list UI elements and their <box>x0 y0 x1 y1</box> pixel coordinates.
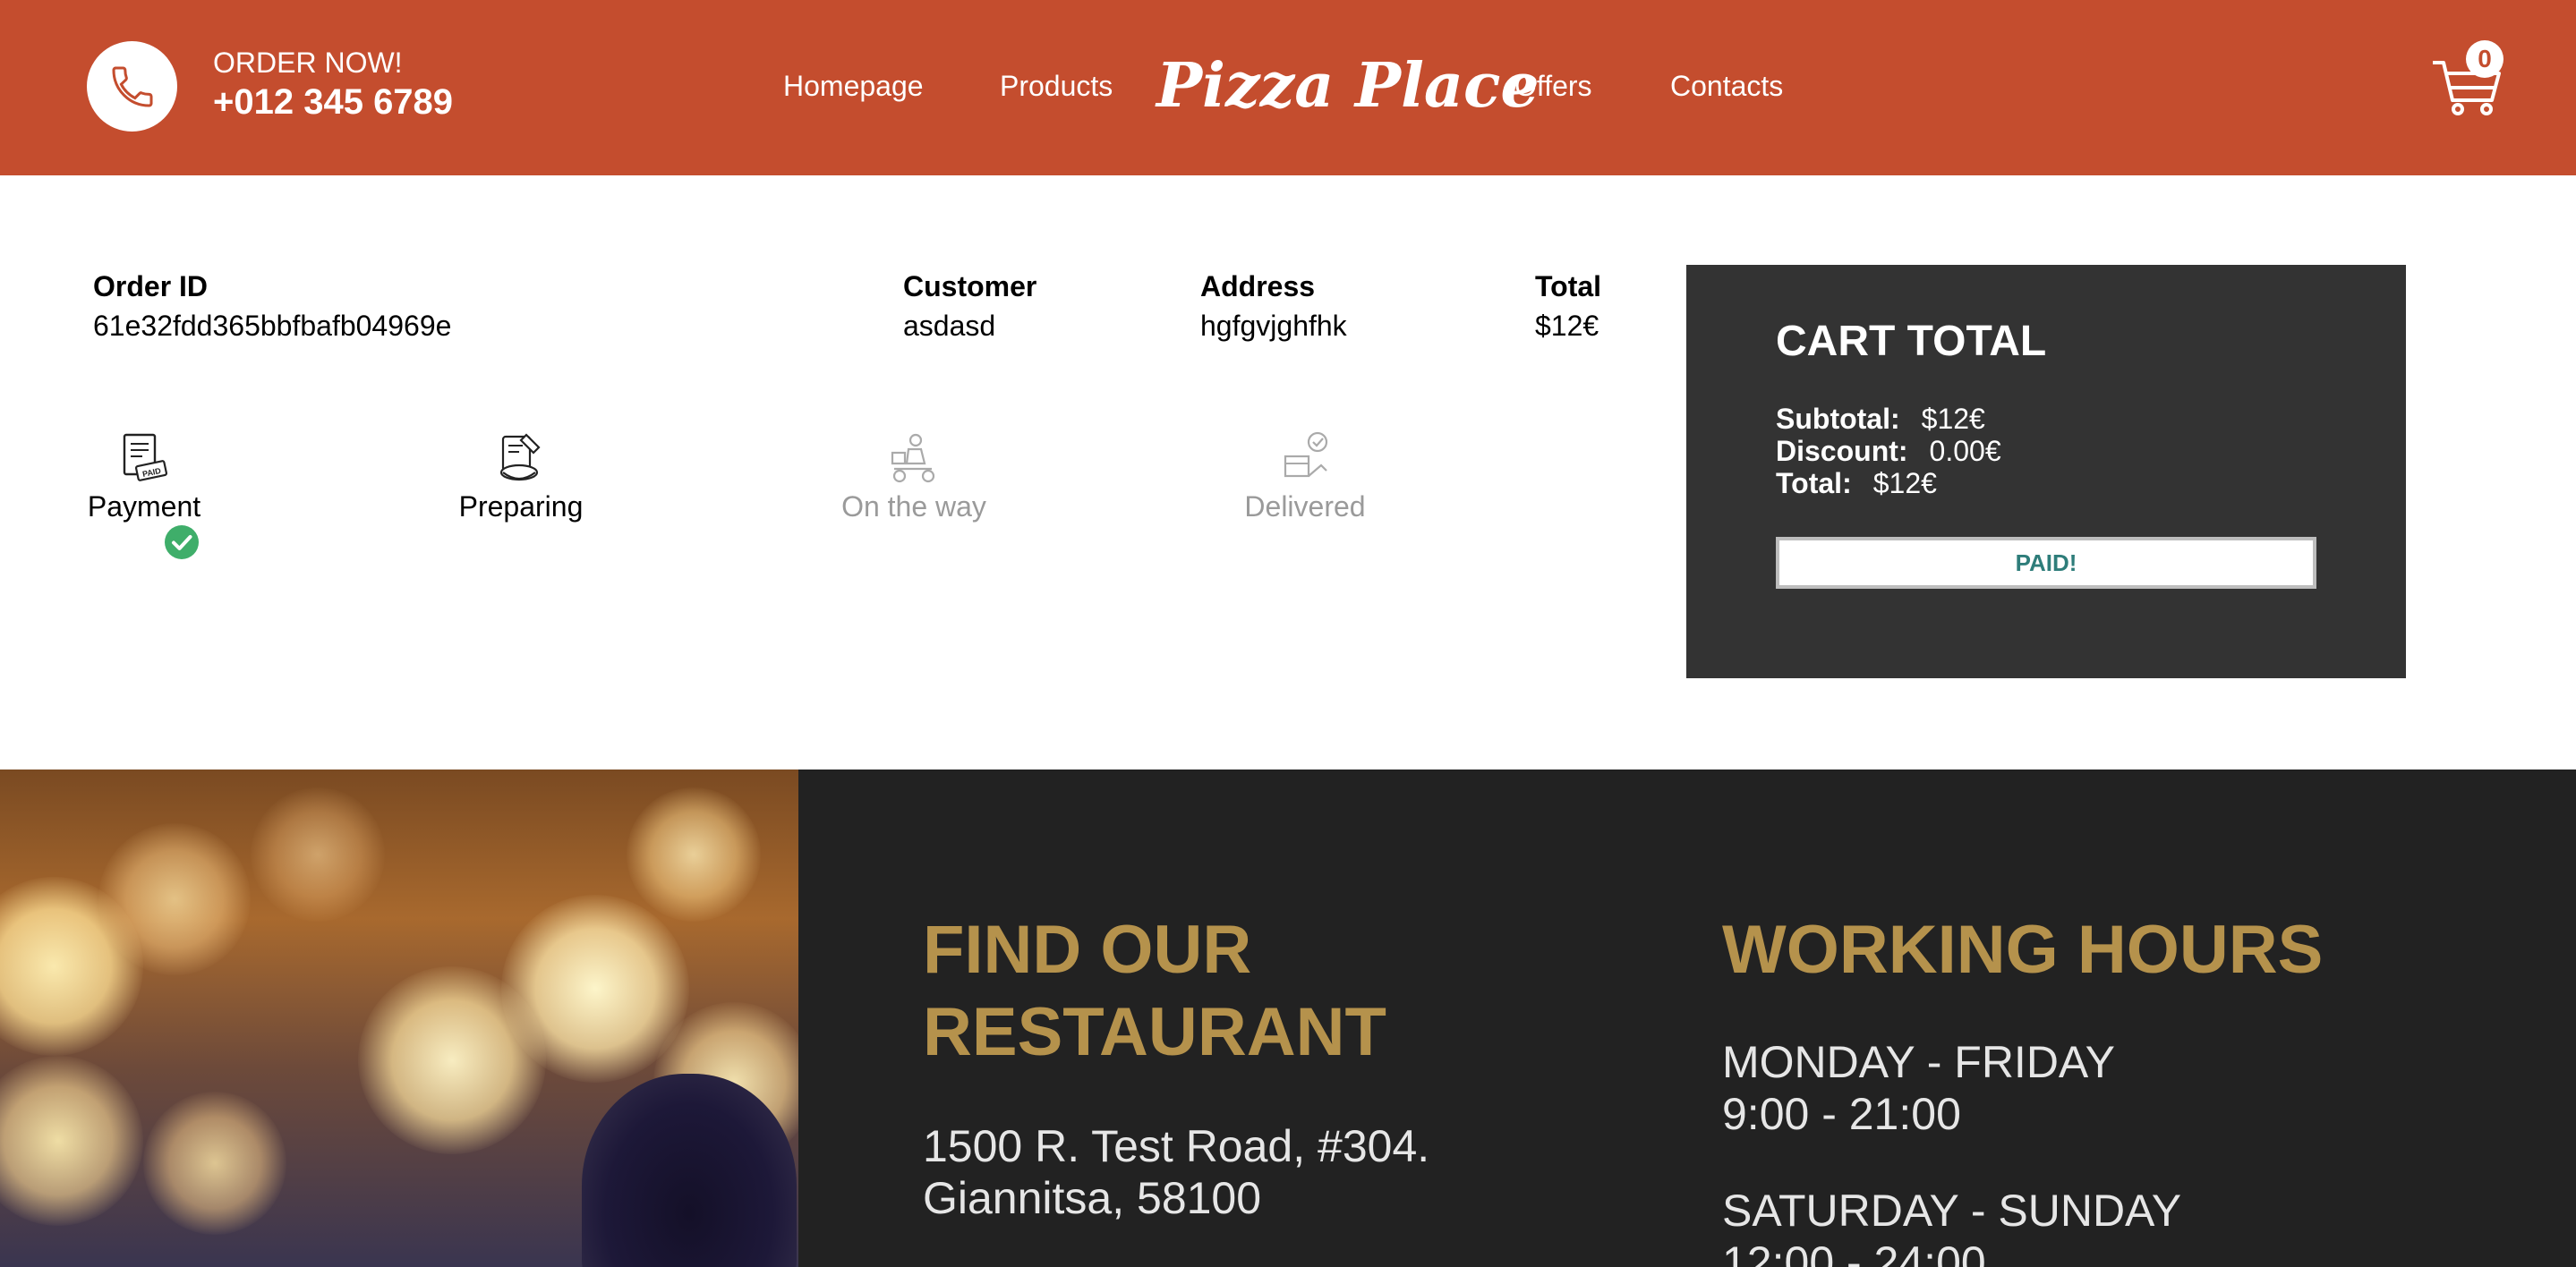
nav-homepage[interactable]: Homepage <box>783 66 924 106</box>
weekday-time: 9:00 - 21:00 <box>1722 1089 1961 1139</box>
restaurant-address: 1500 R. Test Road, #304. Giannitsa, 5810… <box>923 1120 1429 1224</box>
order-now-block: ORDER NOW! +012 345 6789 <box>213 45 453 123</box>
nav-contacts[interactable]: Contacts <box>1670 66 1783 106</box>
paid-receipt-icon: PAID <box>123 433 168 481</box>
status-step-payment: PAID Payment <box>37 429 252 559</box>
weekend-time: 12:00 - 24:00 <box>1722 1237 1986 1267</box>
order-id-value: 61e32fdd365bbfbafb04969e <box>93 310 452 342</box>
phone-icon <box>111 65 153 107</box>
order-now-label: ORDER NOW! <box>213 47 403 79</box>
step-label-on-the-way: On the way <box>841 490 986 523</box>
cart-total-title: CART TOTAL <box>1776 318 2047 365</box>
weekend-hours: SATURDAY - SUNDAY 12:00 - 24:00 <box>1722 1185 2181 1267</box>
phone-number[interactable]: +012 345 6789 <box>213 81 453 123</box>
status-step-preparing: Preparing <box>414 429 628 524</box>
phone-button[interactable] <box>87 41 177 132</box>
paid-button[interactable]: PAID! <box>1776 537 2316 589</box>
total-amount: $12€ <box>1872 467 1937 499</box>
status-step-on-the-way: On the way <box>806 429 1021 524</box>
delivered-box-icon <box>1284 431 1328 478</box>
nav-products[interactable]: Products <box>1000 66 1113 106</box>
step-label-preparing: Preparing <box>458 490 584 523</box>
logo[interactable]: Pizza Place <box>1156 38 1540 134</box>
weekday-label: MONDAY - FRIDAY <box>1722 1037 2115 1087</box>
cart-total-panel: CART TOTAL Subtotal: $12€ Discount: 0.00€ … <box>1686 265 2406 678</box>
step-label-delivered: Delivered <box>1244 490 1366 523</box>
navbar: ORDER NOW! +012 345 6789 Homepage Produc… <box>0 0 2576 175</box>
customer-value: asdasd <box>903 310 996 342</box>
cart-count-badge: 0 <box>2466 40 2503 78</box>
footer: FIND OUR RESTAURANT 1500 R. Test Road, #… <box>0 770 2576 1267</box>
discount-label: Discount: <box>1776 435 1908 467</box>
find-restaurant-title: FIND OUR RESTAURANT <box>923 909 1386 1074</box>
working-hours-title: WORKING HOURS <box>1722 912 2324 988</box>
customer-header: Customer <box>903 270 1037 302</box>
weekday-hours: MONDAY - FRIDAY 9:00 - 21:00 <box>1722 1036 2115 1140</box>
subtotal-value: $12€ <box>1921 403 1985 435</box>
discount-row: Discount: 0.00€ <box>1776 435 2001 467</box>
step-label-payment: Payment <box>87 490 201 523</box>
subtotal-label: Subtotal: <box>1776 403 1900 435</box>
total-label: Total: <box>1776 467 1852 499</box>
total-row: Total: $12€ <box>1776 467 1937 499</box>
address-header: Address <box>1200 270 1316 302</box>
address-value: hgfgvjghfhk <box>1200 310 1347 342</box>
total-value: $12€ <box>1535 310 1599 342</box>
weekend-label: SATURDAY - SUNDAY <box>1722 1186 2182 1236</box>
nav-offers[interactable]: Offers <box>1514 66 1592 106</box>
restaurant-bokeh-photo <box>0 770 798 1267</box>
delivery-scooter-icon <box>891 433 935 483</box>
subtotal-row: Subtotal: $12€ <box>1776 403 1985 435</box>
check-circle-icon <box>165 525 199 559</box>
discount-value: 0.00€ <box>1929 435 2001 467</box>
address-line-1: 1500 R. Test Road, #304. <box>923 1121 1430 1171</box>
order-id-header: Order ID <box>93 270 209 302</box>
chef-preparing-icon <box>499 433 541 481</box>
find-title-line-1: FIND OUR <box>923 912 1252 988</box>
find-title-line-2: RESTAURANT <box>923 994 1386 1070</box>
total-header: Total <box>1535 270 1602 302</box>
status-step-delivered: Delivered <box>1198 429 1412 524</box>
address-line-2: Giannitsa, 58100 <box>923 1173 1262 1223</box>
